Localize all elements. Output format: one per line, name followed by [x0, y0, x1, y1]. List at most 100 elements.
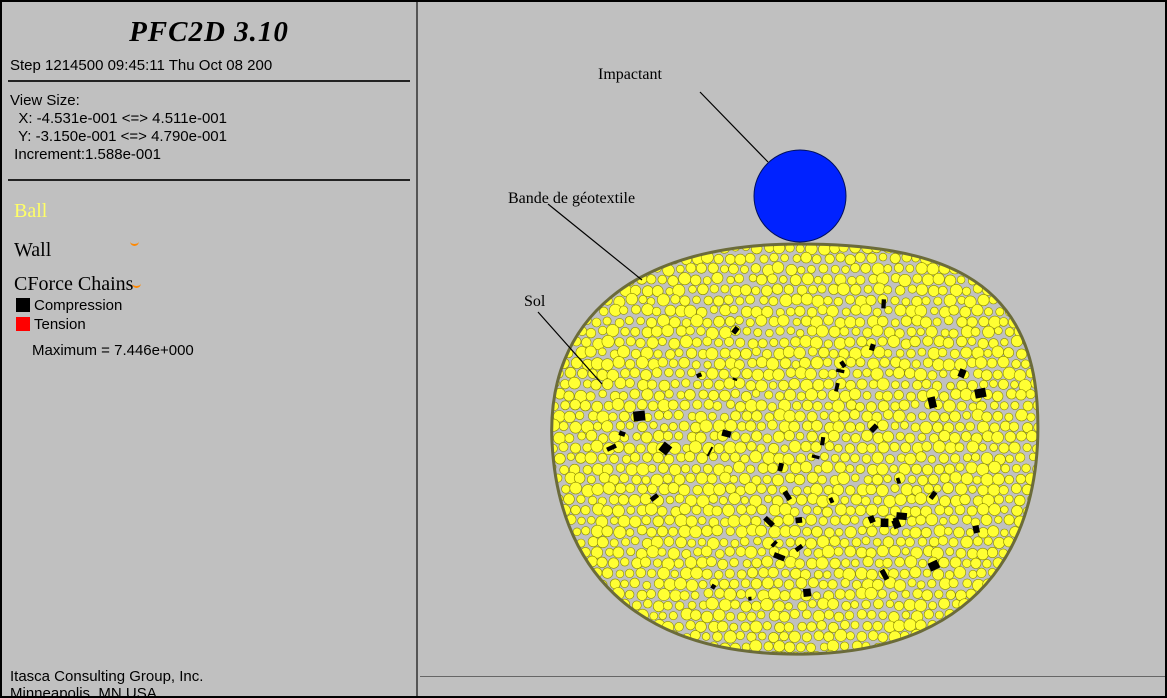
soil-ball — [560, 379, 571, 390]
soil-ball — [740, 265, 749, 274]
soil-ball — [636, 356, 649, 369]
soil-ball — [621, 537, 630, 547]
soil-ball — [1003, 244, 1016, 254]
soil-ball — [750, 578, 763, 590]
soil-ball — [917, 537, 928, 547]
soil-ball — [1037, 515, 1038, 525]
soil-ball — [670, 379, 680, 389]
soil-ball — [971, 642, 984, 654]
soil-ball — [692, 295, 701, 304]
soil-ball — [863, 475, 873, 485]
soil-ball — [1000, 528, 1009, 537]
soil-ball — [636, 462, 650, 476]
soil-ball — [954, 504, 966, 516]
soil-ball — [890, 483, 900, 493]
soil-ball — [612, 546, 625, 559]
soil-ball — [749, 639, 763, 653]
soil-ball — [863, 284, 873, 294]
soil-ball — [692, 399, 703, 410]
soil-ball — [833, 297, 843, 307]
soil-ball — [560, 631, 569, 641]
soil-ball — [962, 410, 972, 420]
soil-ball — [751, 346, 761, 356]
soil-ball — [789, 462, 802, 474]
soil-ball — [826, 639, 840, 653]
soil-ball — [992, 600, 1006, 613]
soil-ball — [698, 389, 709, 400]
soil-ball — [684, 451, 696, 463]
soil-ball — [827, 579, 838, 590]
soil-ball — [581, 589, 590, 599]
soil-ball — [1000, 463, 1011, 474]
soil-ball — [695, 262, 707, 274]
soil-ball — [834, 503, 848, 516]
soil-ball — [966, 630, 977, 642]
soil-ball — [597, 452, 608, 463]
soil-ball — [1005, 262, 1016, 273]
soil-ball — [889, 464, 899, 474]
soil-ball — [960, 472, 974, 485]
soil-ball — [724, 336, 734, 347]
soil-ball — [878, 610, 888, 620]
soil-ball — [737, 611, 747, 622]
soil-ball — [738, 514, 752, 527]
soil-ball — [652, 452, 664, 464]
soil-ball — [920, 527, 932, 538]
soil-ball — [572, 527, 582, 536]
soil-ball — [767, 566, 779, 578]
soil-ball — [761, 577, 774, 590]
soil-ball — [1011, 483, 1022, 494]
soil-ball — [829, 349, 839, 359]
soil-ball — [734, 253, 747, 266]
soil-ball — [601, 420, 614, 433]
soil-ball — [960, 535, 973, 549]
soil-ball — [593, 421, 603, 431]
soil-ball — [551, 336, 559, 349]
soil-ball — [792, 317, 801, 327]
soil-ball — [751, 430, 763, 442]
soil-ball — [614, 609, 624, 619]
soil-ball — [785, 472, 796, 484]
soil-ball — [679, 335, 693, 348]
soil-ball — [663, 454, 675, 465]
soil-ball — [998, 568, 1010, 580]
soil-ball — [587, 263, 599, 275]
soil-ball — [953, 526, 965, 539]
soil-ball — [998, 485, 1009, 496]
soil-ball — [993, 537, 1005, 549]
soil-ball — [928, 601, 937, 610]
soil-ball — [631, 641, 640, 651]
soil-ball — [938, 535, 949, 546]
soil-ball — [876, 463, 889, 476]
soil-ball — [569, 421, 582, 434]
soil-ball — [872, 537, 882, 547]
soil-ball — [753, 328, 763, 337]
soil-ball — [926, 262, 940, 276]
soil-ball — [653, 349, 663, 359]
soil-ball — [872, 620, 883, 632]
soil-ball — [834, 461, 847, 474]
soil-ball — [991, 431, 1004, 444]
soil-ball — [855, 567, 868, 580]
soil-ball — [1027, 305, 1038, 317]
soil-ball — [586, 599, 598, 610]
soil-ball — [656, 525, 669, 538]
soil-ball — [909, 566, 922, 579]
soil-ball — [730, 410, 741, 422]
soil-ball — [772, 368, 785, 381]
soil-ball — [998, 442, 1010, 454]
soil-ball — [684, 641, 697, 654]
soil-ball — [850, 433, 861, 444]
soil-ball — [844, 316, 857, 329]
soil-ball — [901, 610, 911, 620]
soil-ball — [912, 588, 923, 599]
soil-ball — [751, 600, 762, 612]
soil-ball — [760, 598, 774, 612]
soil-ball — [579, 400, 591, 412]
impactant-leader-line — [699, 91, 769, 163]
soil-ball — [584, 451, 598, 465]
soil-ball — [734, 401, 746, 413]
soil-ball — [1021, 525, 1031, 535]
soil-ball — [943, 399, 956, 413]
soil-ball — [1025, 389, 1036, 399]
